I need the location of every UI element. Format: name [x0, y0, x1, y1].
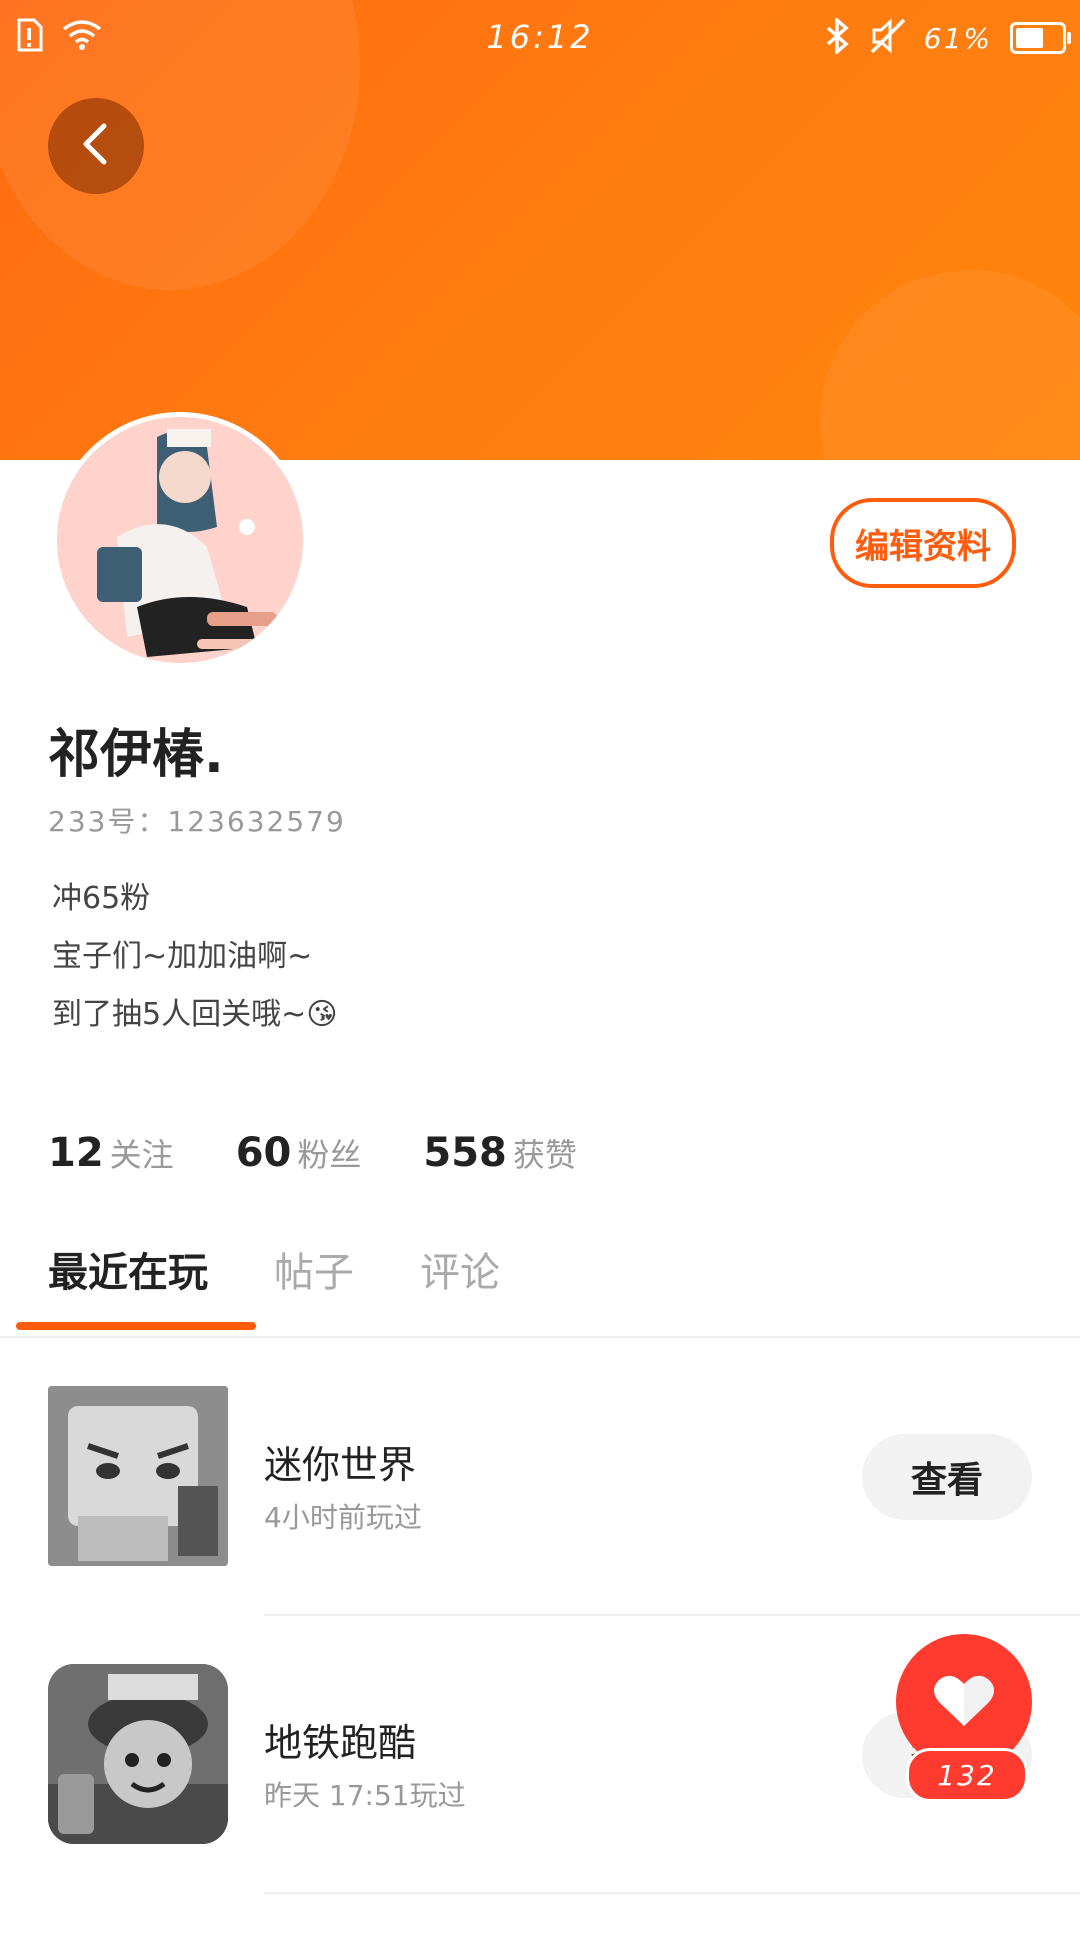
stat-value: 558: [423, 1130, 507, 1176]
back-button[interactable]: [48, 98, 144, 194]
game-icon: [48, 1386, 228, 1566]
game-played-time: 4小时前玩过: [264, 1501, 422, 1534]
game-name: 迷你世界: [264, 1443, 417, 1487]
mute-icon: [870, 18, 906, 58]
bio-line: 冲65粉: [52, 881, 151, 916]
bio: 冲65粉 宝子们~加加油啊~ 到了抽5人回关哦~😘: [52, 870, 338, 1044]
game-played-time: 昨天 17:51玩过: [264, 1779, 466, 1812]
battery-percent: 61%: [923, 21, 992, 55]
divider: [264, 1614, 1080, 1616]
tab-recently-played[interactable]: 最近在玩: [48, 1240, 208, 1298]
stat-value: 60: [235, 1130, 292, 1176]
divider: [0, 1336, 1080, 1338]
heart-icon: [933, 1672, 995, 1732]
stat-likes[interactable]: 558 获赞: [423, 1130, 577, 1176]
bio-line: 宝子们~加加油啊~: [52, 939, 313, 974]
bio-line: 到了抽5人回关哦~😘: [52, 997, 338, 1032]
stat-value: 12: [48, 1130, 104, 1176]
status-bar: 16:12 61%: [0, 0, 1080, 80]
edit-profile-button[interactable]: 编辑资料: [830, 498, 1016, 588]
stat-label: 关注: [109, 1136, 174, 1174]
tab-active-indicator: [16, 1322, 256, 1330]
game-name: 地铁跑酷: [264, 1721, 417, 1765]
banner-decoration: [820, 270, 1080, 460]
stat-label: 粉丝: [297, 1136, 362, 1174]
profile-stats: 12 关注 60 粉丝 558 获赞: [48, 1130, 577, 1176]
chevron-left-icon: [76, 120, 116, 172]
divider: [264, 1892, 1080, 1894]
username: 祁伊椿.: [48, 725, 224, 785]
tab-posts[interactable]: 帖子: [274, 1240, 354, 1298]
game-icon: [48, 1664, 228, 1844]
stat-label: 获赞: [512, 1136, 577, 1174]
view-game-button[interactable]: 查看: [862, 1434, 1032, 1520]
stat-following[interactable]: 12 关注: [48, 1130, 174, 1176]
tab-comments[interactable]: 评论: [420, 1240, 500, 1298]
bluetooth-icon: [822, 16, 852, 58]
avatar-image: [57, 417, 303, 663]
stat-followers[interactable]: 60 粉丝: [236, 1130, 362, 1176]
like-count-badge: 132: [906, 1748, 1028, 1802]
game-list-item[interactable]: 迷你世界 4小时前玩过 查看: [0, 1386, 1080, 1662]
battery-icon: [1010, 22, 1071, 54]
user-id[interactable]: 233号：123632579: [48, 800, 346, 840]
profile-tabs: 最近在玩 帖子 评论: [48, 1240, 500, 1298]
avatar[interactable]: [52, 412, 308, 668]
